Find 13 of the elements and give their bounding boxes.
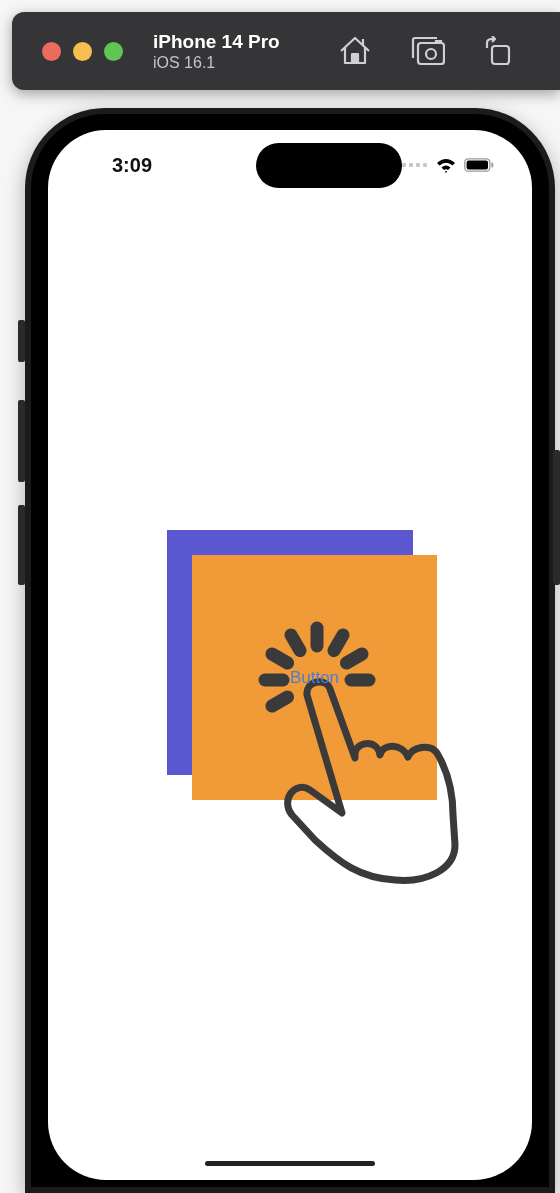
battery-icon xyxy=(464,158,494,172)
os-version: iOS 16.1 xyxy=(153,52,217,72)
rotate-icon[interactable] xyxy=(485,36,511,66)
button[interactable]: Button xyxy=(192,555,437,800)
close-button[interactable] xyxy=(42,41,61,61)
zoom-button[interactable] xyxy=(104,41,123,61)
wifi-icon xyxy=(436,157,456,173)
status-time: 3:09 xyxy=(112,153,154,177)
device-name: iPhone 14 Pro xyxy=(153,30,281,53)
signal-icon xyxy=(402,163,428,167)
minimize-button[interactable] xyxy=(73,41,92,61)
screenshot-icon[interactable] xyxy=(411,36,445,66)
home-icon[interactable] xyxy=(339,36,371,66)
